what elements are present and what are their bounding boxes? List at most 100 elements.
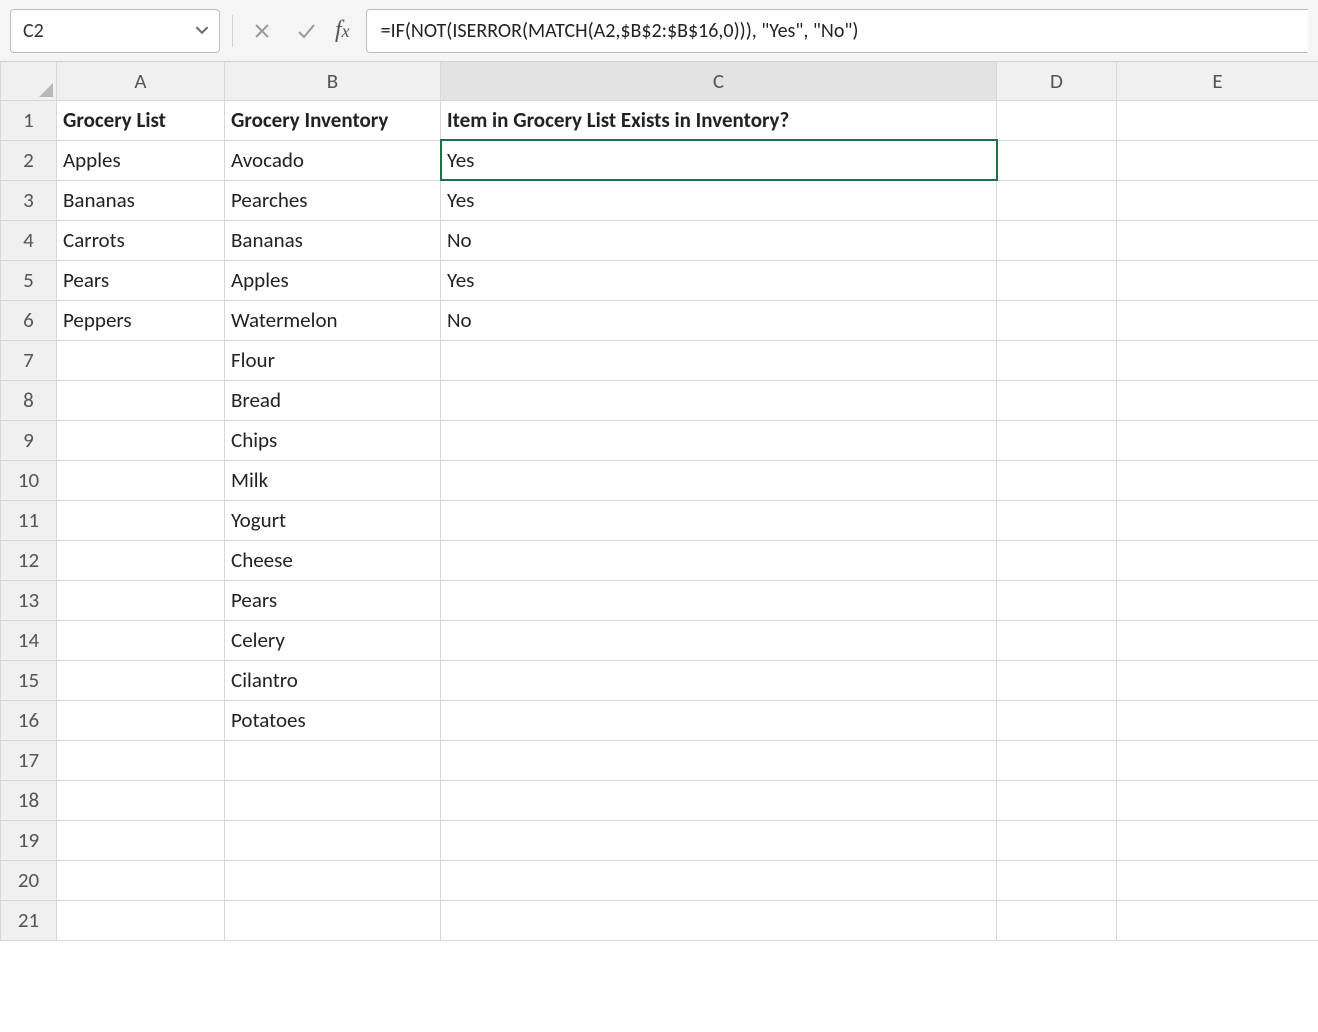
column-header-a[interactable]: A	[57, 62, 225, 100]
cell-C12[interactable]	[441, 540, 997, 580]
cell-E12[interactable]	[1117, 540, 1318, 580]
cell-E19[interactable]	[1117, 820, 1318, 860]
cell-A21[interactable]	[57, 900, 225, 940]
cell-B10[interactable]: Milk	[225, 460, 441, 500]
row-header[interactable]: 3	[1, 180, 57, 220]
cell-C17[interactable]	[441, 740, 997, 780]
cell-D12[interactable]	[997, 540, 1117, 580]
cell-E9[interactable]	[1117, 420, 1318, 460]
cell-B2[interactable]: Avocado	[225, 140, 441, 180]
cell-C20[interactable]	[441, 860, 997, 900]
cell-B11[interactable]: Yogurt	[225, 500, 441, 540]
cell-B18[interactable]	[225, 780, 441, 820]
cell-C4[interactable]: No	[441, 220, 997, 260]
row-header[interactable]: 18	[1, 780, 57, 820]
cell-B15[interactable]: Cilantro	[225, 660, 441, 700]
cell-A11[interactable]	[57, 500, 225, 540]
cell-E21[interactable]	[1117, 900, 1318, 940]
cell-A20[interactable]	[57, 860, 225, 900]
cell-D6[interactable]	[997, 300, 1117, 340]
column-header-c[interactable]: C	[441, 62, 997, 100]
cell-E7[interactable]	[1117, 340, 1318, 380]
cell-A19[interactable]	[57, 820, 225, 860]
cell-D15[interactable]	[997, 660, 1117, 700]
cell-B4[interactable]: Bananas	[225, 220, 441, 260]
row-header[interactable]: 13	[1, 580, 57, 620]
column-header-b[interactable]: B	[225, 62, 441, 100]
cell-D21[interactable]	[997, 900, 1117, 940]
cell-C10[interactable]	[441, 460, 997, 500]
cell-C16[interactable]	[441, 700, 997, 740]
cell-D4[interactable]	[997, 220, 1117, 260]
cell-C1[interactable]: Item in Grocery List Exists in Inventory…	[441, 100, 997, 140]
row-header[interactable]: 6	[1, 300, 57, 340]
cell-C5[interactable]: Yes	[441, 260, 997, 300]
cell-A5[interactable]: Pears	[57, 260, 225, 300]
cell-E10[interactable]	[1117, 460, 1318, 500]
row-header[interactable]: 21	[1, 900, 57, 940]
column-header-e[interactable]: E	[1117, 62, 1318, 100]
cell-D19[interactable]	[997, 820, 1117, 860]
cell-A16[interactable]	[57, 700, 225, 740]
fx-icon[interactable]: fx	[333, 17, 356, 44]
row-header[interactable]: 4	[1, 220, 57, 260]
row-header[interactable]: 12	[1, 540, 57, 580]
cell-B19[interactable]	[225, 820, 441, 860]
cell-E6[interactable]	[1117, 300, 1318, 340]
cell-C8[interactable]	[441, 380, 997, 420]
cell-B12[interactable]: Cheese	[225, 540, 441, 580]
row-header[interactable]: 11	[1, 500, 57, 540]
cell-A15[interactable]	[57, 660, 225, 700]
cell-D8[interactable]	[997, 380, 1117, 420]
row-header[interactable]: 15	[1, 660, 57, 700]
cell-C21[interactable]	[441, 900, 997, 940]
cell-E16[interactable]	[1117, 700, 1318, 740]
row-header[interactable]: 19	[1, 820, 57, 860]
cell-D5[interactable]	[997, 260, 1117, 300]
cell-C13[interactable]	[441, 580, 997, 620]
cell-E1[interactable]	[1117, 100, 1318, 140]
cell-B20[interactable]	[225, 860, 441, 900]
cell-D20[interactable]	[997, 860, 1117, 900]
cell-C15[interactable]	[441, 660, 997, 700]
cell-B9[interactable]: Chips	[225, 420, 441, 460]
cell-D3[interactable]	[997, 180, 1117, 220]
cell-B17[interactable]	[225, 740, 441, 780]
cell-B1[interactable]: Grocery Inventory	[225, 100, 441, 140]
cancel-icon[interactable]	[245, 14, 279, 48]
cell-A1[interactable]: Grocery List	[57, 100, 225, 140]
cell-A7[interactable]	[57, 340, 225, 380]
cell-D9[interactable]	[997, 420, 1117, 460]
row-header[interactable]: 17	[1, 740, 57, 780]
cell-A18[interactable]	[57, 780, 225, 820]
row-header[interactable]: 16	[1, 700, 57, 740]
cell-E14[interactable]	[1117, 620, 1318, 660]
cell-D16[interactable]	[997, 700, 1117, 740]
row-header[interactable]: 20	[1, 860, 57, 900]
row-header[interactable]: 1	[1, 100, 57, 140]
cell-E13[interactable]	[1117, 580, 1318, 620]
cell-A9[interactable]	[57, 420, 225, 460]
cell-C3[interactable]: Yes	[441, 180, 997, 220]
cell-E11[interactable]	[1117, 500, 1318, 540]
cell-C14[interactable]	[441, 620, 997, 660]
cell-A14[interactable]	[57, 620, 225, 660]
cell-D1[interactable]	[997, 100, 1117, 140]
cell-B8[interactable]: Bread	[225, 380, 441, 420]
cell-C11[interactable]	[441, 500, 997, 540]
cell-E18[interactable]	[1117, 780, 1318, 820]
cell-E2[interactable]	[1117, 140, 1318, 180]
cell-A17[interactable]	[57, 740, 225, 780]
formula-input[interactable]: =IF(NOT(ISERROR(MATCH(A2,$B$2:$B$16,0)))…	[366, 9, 1308, 53]
cell-E20[interactable]	[1117, 860, 1318, 900]
row-header[interactable]: 9	[1, 420, 57, 460]
cell-A10[interactable]	[57, 460, 225, 500]
cell-E3[interactable]	[1117, 180, 1318, 220]
row-header[interactable]: 5	[1, 260, 57, 300]
cell-A3[interactable]: Bananas	[57, 180, 225, 220]
cell-A8[interactable]	[57, 380, 225, 420]
cell-B14[interactable]: Celery	[225, 620, 441, 660]
select-all-corner[interactable]	[1, 62, 57, 100]
cell-B3[interactable]: Pearches	[225, 180, 441, 220]
cell-D10[interactable]	[997, 460, 1117, 500]
